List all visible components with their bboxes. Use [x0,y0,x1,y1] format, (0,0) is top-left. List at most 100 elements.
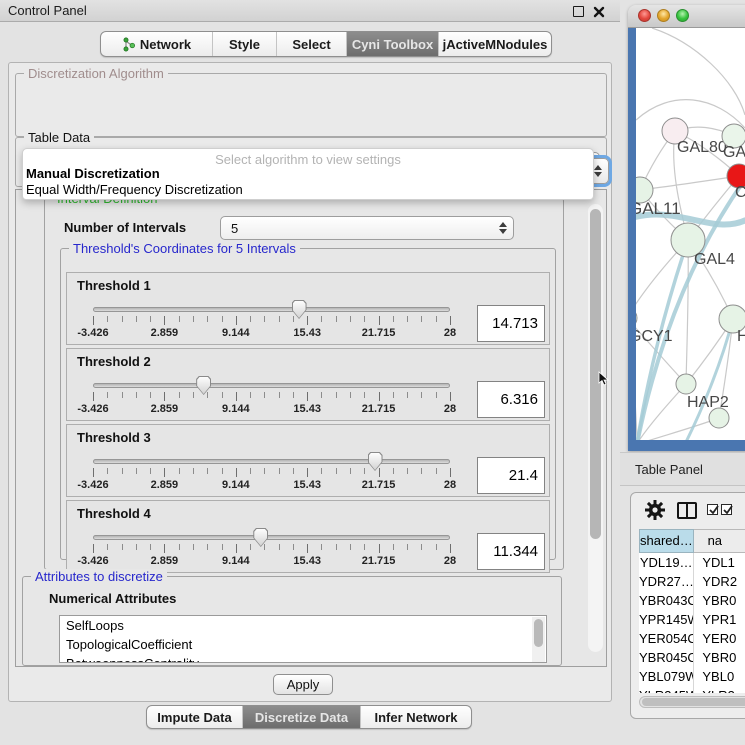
algorithm-option-equal-width[interactable]: Equal Width/Frequency Discretization [23,182,593,198]
tab-style[interactable]: Style [213,32,277,56]
table-cell[interactable]: YBR0 [694,648,745,667]
table-panel-header: Table Panel [620,452,745,486]
close-traffic-light-icon[interactable] [638,9,651,22]
tab-label: Discretize Data [255,710,348,725]
threshold-label: Threshold 2 [77,354,151,369]
settings-scrollbar[interactable] [588,204,603,652]
tab-network[interactable]: Network [101,32,213,56]
node-attribute-table: shared…na YDL19…YDL1YDR27…YDR2YBR043CYBR… [639,529,745,693]
table-cell[interactable]: YER054C [639,629,694,648]
minimize-traffic-light-icon[interactable] [657,9,670,22]
network-node-label: GCY1 [636,328,673,345]
network-edge[interactable] [636,100,745,128]
table-cell[interactable]: YDL1 [694,553,745,572]
network-edge[interactable] [638,418,719,440]
tab-cyni-toolbox[interactable]: Cyni Toolbox [347,32,439,56]
slider-tick-labels: -3.4262.8599.14415.4321.71528 [93,327,450,339]
tab-impute-data[interactable]: Impute Data [147,706,243,728]
threshold-slider-track[interactable] [93,383,450,388]
cyni-toolbox-panel: Discretization Algorithm Select algorith… [8,62,612,702]
table-row[interactable]: YER054CYER0 [639,629,745,648]
mouse-cursor [598,371,610,387]
tab-label: Cyni Toolbox [352,37,433,52]
table-cell[interactable]: YBR043C [639,591,694,610]
zoom-traffic-light-icon[interactable] [676,9,689,22]
algorithm-option-manual[interactable]: Manual Discretization [23,166,593,182]
number-of-intervals-combobox[interactable]: 5 [220,216,514,240]
network-node-label: GAL4 [694,251,735,268]
network-node-label: H [737,328,745,345]
thresholds-group-title: Threshold's Coordinates for 5 Intervals [69,241,300,256]
threshold-slider-track[interactable] [93,459,450,464]
table-cell[interactable]: YDR27… [639,572,694,591]
numerical-attributes-list[interactable]: SelfLoopsTopologicalCoefficientBetweenne… [59,615,547,663]
network-edge[interactable] [640,176,739,190]
table-row[interactable]: YBR045CYBR0 [639,648,745,667]
table-cell[interactable]: YBR045C [639,648,694,667]
tab-infer-network[interactable]: Infer Network [361,706,471,728]
table-panel-title: Table Panel [635,462,703,477]
table-row[interactable]: YBL079WYBL0 [639,667,745,686]
table-cell[interactable]: YLR3 [694,686,745,693]
table-cell[interactable]: YPR145W [639,610,694,629]
threshold-value-field[interactable]: 6.316 [477,381,545,418]
attribute-list-item[interactable]: BetweennessCentrality [60,654,546,663]
slider-tick-marks [93,544,450,554]
table-panel-toolbar [631,493,745,529]
network-edge[interactable] [686,240,688,384]
attributes-scrollbar-thumb[interactable] [534,619,543,647]
attribute-list-item[interactable]: TopologicalCoefficient [60,635,546,654]
table-column-header[interactable]: shared… [639,529,694,553]
table-cell[interactable]: YDR2 [694,572,745,591]
network-graph[interactable]: GAL80GACGAL11GAL4GCY1HHAP2 [636,28,745,440]
table-cell[interactable]: YLR345W [639,686,694,693]
tab-label: Select [292,37,330,52]
table-cell[interactable]: YPR1 [694,610,745,629]
algorithm-dropdown-popup: Select algorithm to view settings Manual… [22,148,594,200]
table-horizontal-scrollbar[interactable] [639,696,745,708]
threshold-slider-track[interactable] [93,307,450,312]
checkbox-icon[interactable] [707,504,718,515]
table-row[interactable]: YBR043CYBR0 [639,591,745,610]
table-row[interactable]: YDR27…YDR2 [639,572,745,591]
table-cell[interactable]: YBL079W [639,667,694,686]
threshold-value-field[interactable]: 14.713 [477,305,545,342]
tab-label: jActiveMNodules [443,37,548,52]
bottom-tab-bar: Impute Data Discretize Data Infer Network [146,705,472,729]
network-node-gcy1[interactable] [636,308,637,328]
table-row[interactable]: YLR345WYLR3 [639,686,745,693]
discretization-algorithm-group: Discretization Algorithm [15,73,607,137]
float-window-icon[interactable] [573,6,584,17]
checkbox-icon[interactable] [721,504,732,515]
table-cell[interactable]: YBR0 [694,591,745,610]
slider-tick-marks [93,468,450,478]
columns-icon[interactable] [677,502,697,519]
table-cell[interactable]: YER0 [694,629,745,648]
network-node-hap2[interactable] [676,374,696,394]
table-row[interactable]: YPR145WYPR1 [639,610,745,629]
tab-jactivemnodules[interactable]: jActiveMNodules [439,32,551,56]
table-column-header[interactable]: na [694,529,745,553]
tab-select[interactable]: Select [277,32,347,56]
threshold-value-field[interactable]: 21.4 [477,457,545,494]
network-canvas[interactable]: GAL80GACGAL11GAL4GCY1HHAP2 [636,28,745,440]
network-node[interactable] [709,408,729,428]
top-tab-bar: NetworkStyle Select Cyni Toolbox jActiveMNo… [100,31,552,57]
threshold-slider-track[interactable] [93,535,450,540]
table-hscrollbar-thumb[interactable] [642,698,745,706]
table-cell[interactable]: YDL19… [639,553,694,572]
tab-discretize-data[interactable]: Discretize Data [243,706,361,728]
threshold-label: Threshold 4 [77,506,151,521]
attributes-scrollbar[interactable] [532,617,545,663]
table-cell[interactable]: YBL0 [694,667,745,686]
threshold-label: Threshold 3 [77,430,151,445]
slider-tick-marks [93,316,450,326]
threshold-value-field[interactable]: 11.344 [477,533,545,570]
close-icon[interactable] [592,5,606,19]
attribute-list-item[interactable]: SelfLoops [60,616,546,635]
table-row[interactable]: YDL19…YDL1 [639,553,745,572]
numerical-attributes-label: Numerical Attributes [49,591,176,606]
gear-icon[interactable] [645,500,665,520]
apply-button[interactable]: Apply [273,674,333,695]
slider-tick-labels: -3.4262.8599.14415.4321.71528 [93,555,450,567]
